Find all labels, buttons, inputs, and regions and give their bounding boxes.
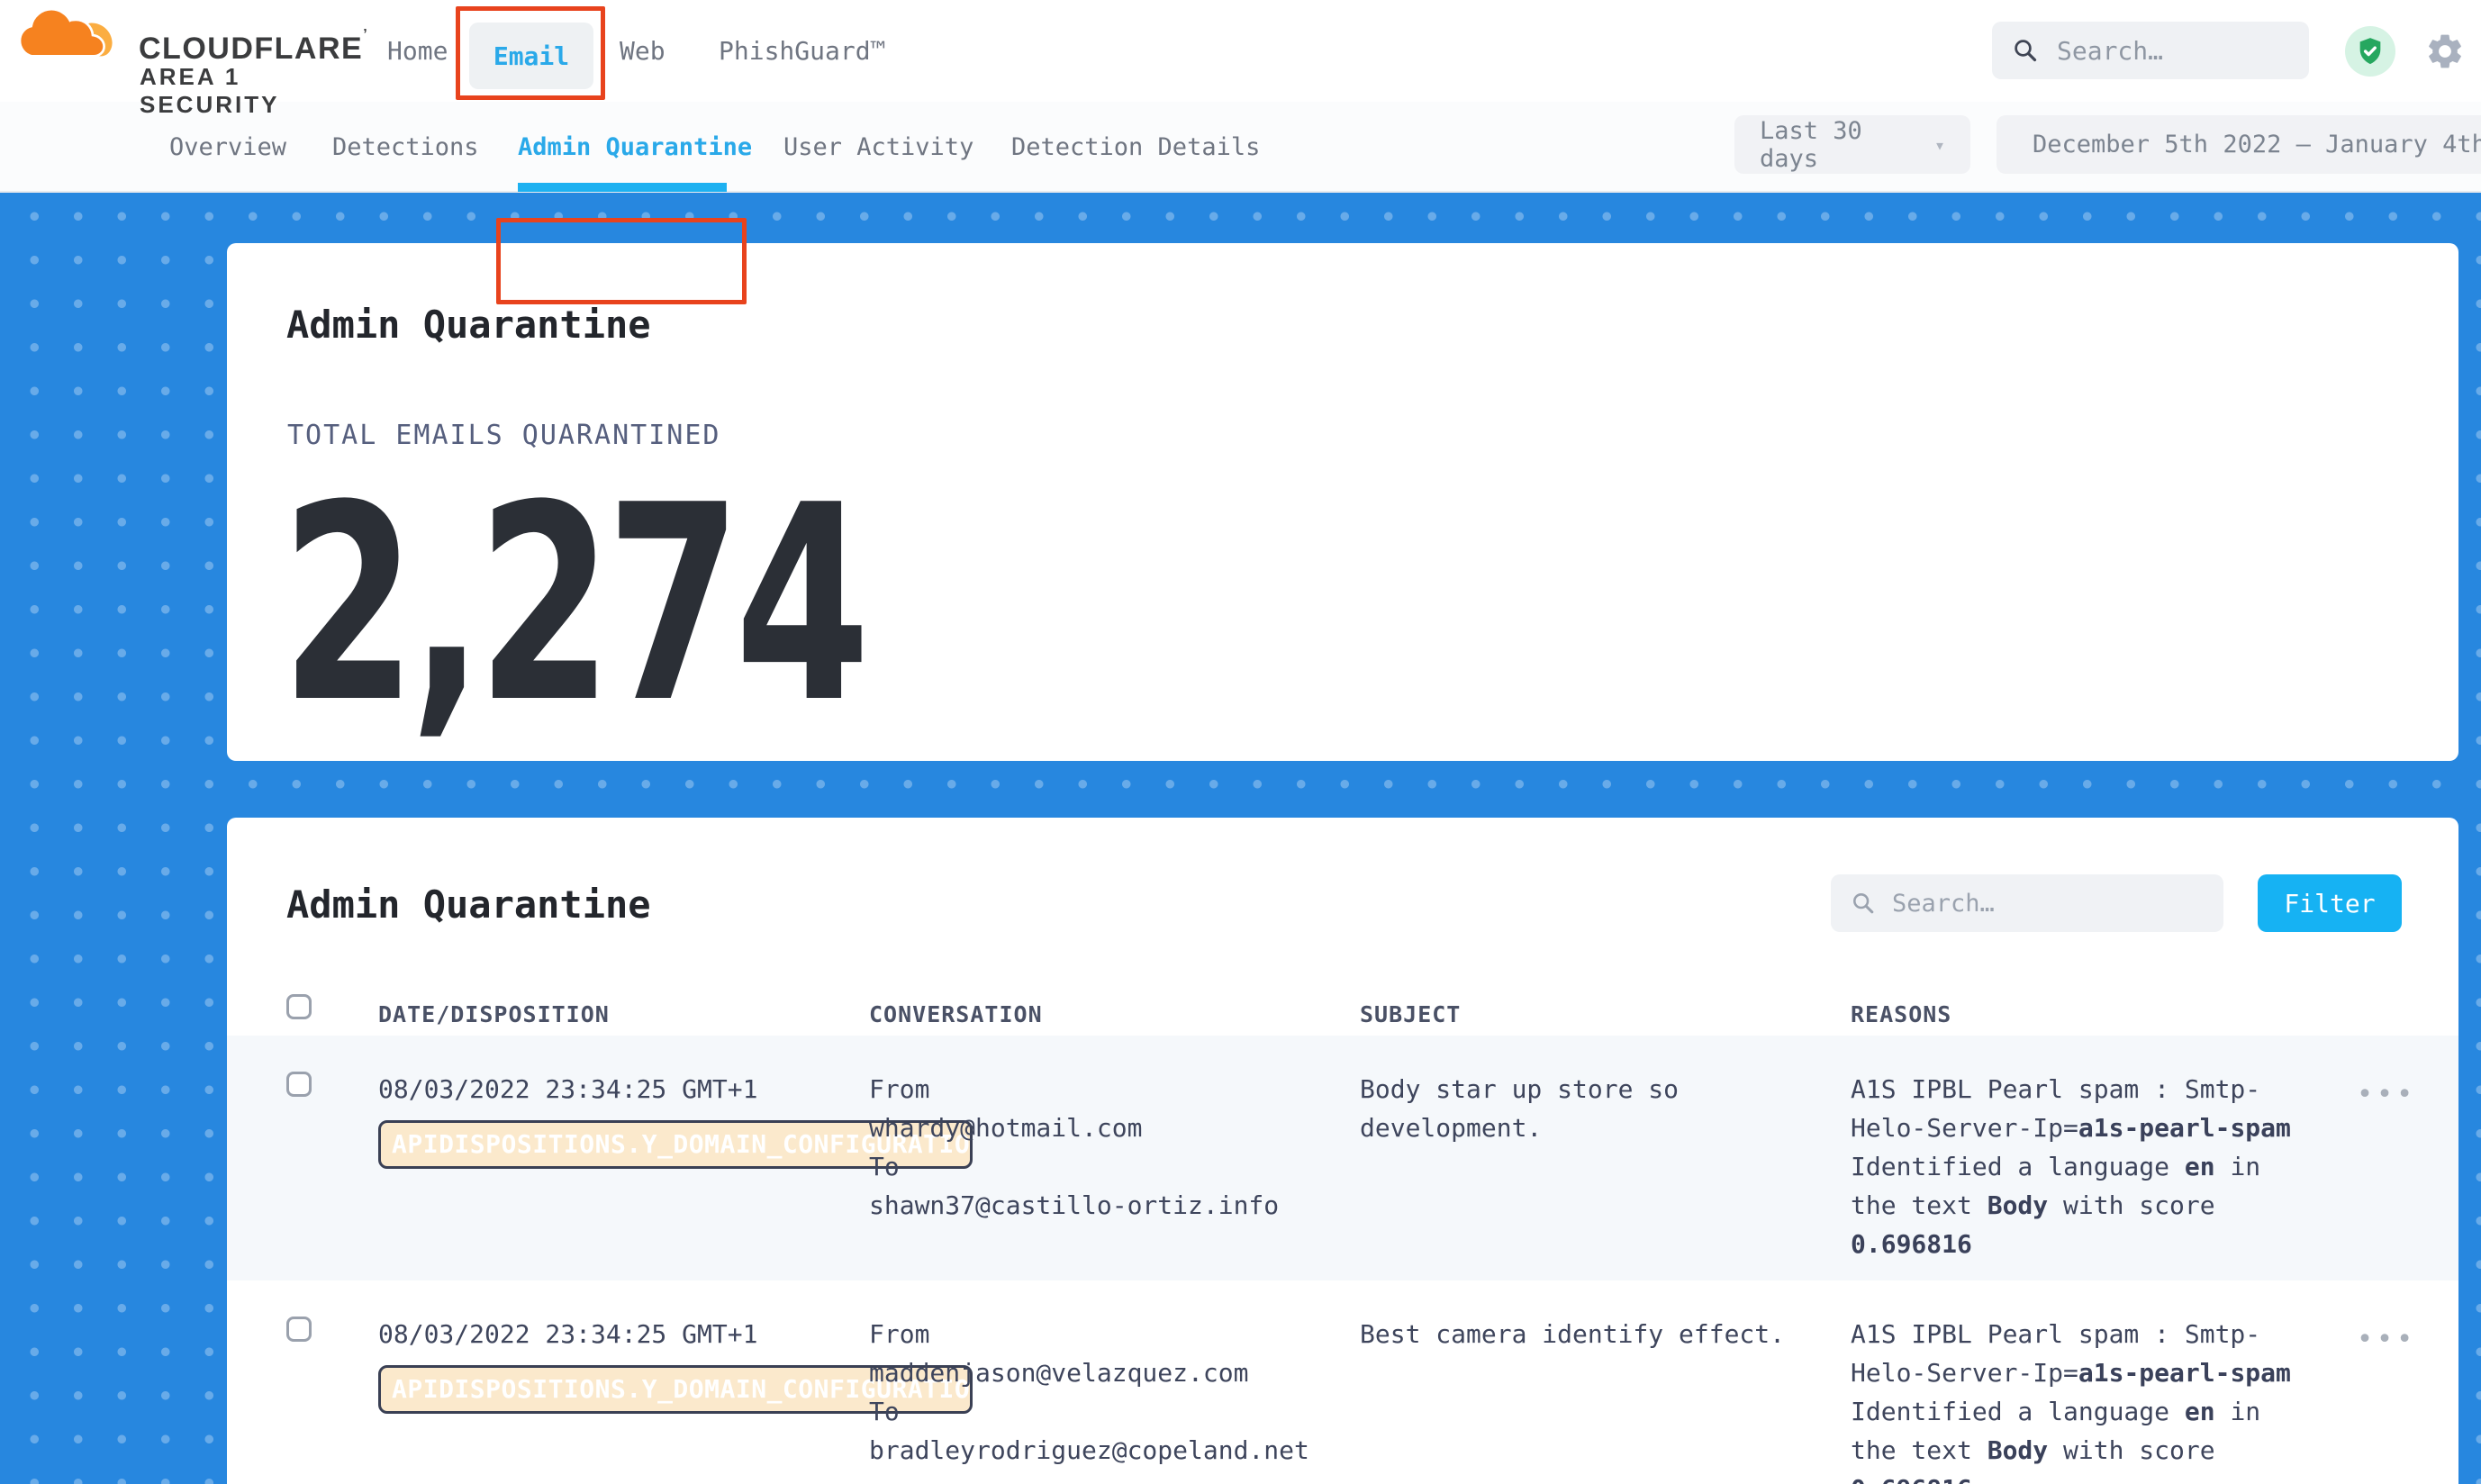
conversation-cell: From whardy@hotmail.com To shawn37@casti… [869,1036,1360,1280]
shield-check-icon [2355,36,2386,67]
global-search-input[interactable] [2055,35,2300,67]
table-card-title: Admin Quarantine [286,882,651,927]
subject-cell: Body star up store so development. [1360,1036,1851,1280]
brand-subtitle: AREA 1 SECURITY [140,63,326,119]
tab-detections[interactable]: Detections [332,102,479,192]
to-label: To [869,1147,1360,1186]
table-body: 08/03/2022 23:34:25 GMT+1 APIDISPOSITION… [227,1036,2458,1484]
reasons-cell: A1S IPBL Pearl spam : Smtp-Helo-Server-I… [1851,1280,2310,1484]
active-tab-underline [518,183,727,192]
date-disposition-cell: 08/03/2022 23:34:25 GMT+1 APIDISPOSITION… [378,1036,869,1280]
metric-value: 2,274 [281,470,864,740]
column-header-reasons: REASONS [1851,991,2310,1036]
nav-item-home[interactable]: Home [387,0,448,102]
tab-admin-quarantine[interactable]: Admin Quarantine [518,102,752,192]
row-checkbox[interactable] [286,1317,312,1342]
search-icon [1851,891,1876,916]
from-address: maddenjason@velazquez.com [869,1353,1360,1392]
row-date: 08/03/2022 23:34:25 GMT+1 [378,1315,869,1353]
table-search-input[interactable] [1890,889,2214,918]
table-header-row: DATE/DISPOSITION CONVERSATION SUBJECT RE… [227,991,2458,1036]
top-header: CLOUDFLARE’ AREA 1 SECURITY Home Email W… [0,0,2481,102]
column-header-subject: SUBJECT [1360,991,1851,1036]
table-search[interactable] [1831,874,2223,932]
to-address: shawn37@castillo-ortiz.info [869,1186,1360,1225]
cloudflare-cloud-icon [20,9,117,61]
row-menu-button[interactable]: ••• [2310,1280,2458,1484]
annotation-box-admin-quarantine [496,218,747,304]
tab-user-activity[interactable]: User Activity [783,102,973,192]
row-menu-button[interactable]: ••• [2310,1036,2458,1280]
subject-cell: Best camera identify effect. [1360,1280,1851,1484]
table-row[interactable]: 08/03/2022 23:34:25 GMT+1 APIDISPOSITION… [227,1280,2458,1484]
summary-card-title: Admin Quarantine [286,303,651,347]
metric-label: TOTAL EMAILS QUARANTINED [287,420,720,451]
row-date: 08/03/2022 23:34:25 GMT+1 [378,1070,869,1108]
protection-status-badge[interactable] [2345,26,2395,77]
from-address: whardy@hotmail.com [869,1108,1360,1147]
from-label: From [869,1315,1360,1353]
settings-gear-icon[interactable] [2424,31,2466,72]
row-checkbox[interactable] [286,1072,312,1097]
column-header-conversation: CONVERSATION [869,991,1360,1036]
date-range-label: December 5th 2022 — January 4th 2023 [2033,131,2481,158]
to-address: bradleyrodriguez@copeland.net [869,1431,1360,1470]
chevron-down-icon: ▾ [1934,134,1945,156]
column-header-date: DATE/DISPOSITION [378,991,869,1036]
to-label: To [869,1392,1360,1431]
brand-name: CLOUDFLARE’ [139,27,367,67]
cloudflare-logo[interactable]: CLOUDFLARE’ AREA 1 SECURITY [20,7,326,97]
from-label: From [869,1070,1360,1108]
quarantine-table-card: Admin Quarantine Filter DATE/DISPOSITION… [227,818,2458,1484]
search-icon [2012,37,2039,64]
conversation-cell: From maddenjason@velazquez.com To bradle… [869,1280,1360,1484]
filter-button[interactable]: Filter [2258,874,2402,932]
annotation-box-email [456,6,605,100]
summary-card: Admin Quarantine TOTAL EMAILS QUARANTINE… [227,243,2458,761]
trademark-mark: ’ [363,27,367,42]
secondary-nav: Overview Detections Admin Quarantine Use… [0,102,2481,192]
date-range-picker[interactable]: December 5th 2022 — January 4th 2023 [1997,115,2481,174]
nav-item-phishguard[interactable]: PhishGuard™ [719,0,885,102]
date-preset-label: Last 30 days [1760,117,1920,173]
select-all-checkbox[interactable] [286,994,312,1019]
reasons-cell: A1S IPBL Pearl spam : Smtp-Helo-Server-I… [1851,1036,2310,1280]
nav-item-web[interactable]: Web [620,0,666,102]
date-preset-dropdown[interactable]: Last 30 days ▾ [1734,115,1970,174]
date-disposition-cell: 08/03/2022 23:34:25 GMT+1 APIDISPOSITION… [378,1280,869,1484]
table-row[interactable]: 08/03/2022 23:34:25 GMT+1 APIDISPOSITION… [227,1036,2458,1280]
app-root: CLOUDFLARE’ AREA 1 SECURITY Home Email W… [0,0,2481,1484]
tab-detection-details[interactable]: Detection Details [1011,102,1260,192]
global-search[interactable] [1992,22,2309,79]
